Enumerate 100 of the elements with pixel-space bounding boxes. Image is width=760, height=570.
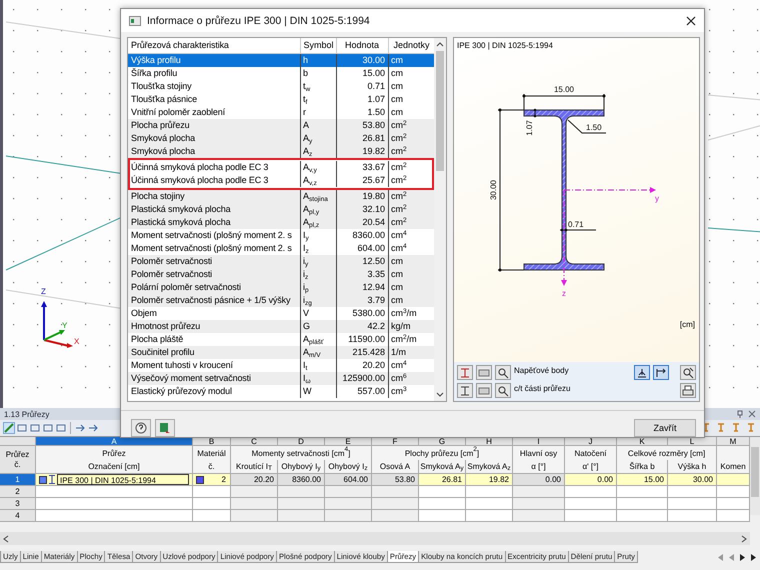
table-cell[interactable] — [372, 498, 419, 510]
table-cell[interactable] — [193, 510, 231, 522]
toolbar-button[interactable] — [457, 365, 473, 380]
scroll-left-icon[interactable] — [3, 534, 9, 542]
property-symbol: A$_{y}$ — [303, 133, 312, 143]
scroll-up-icon[interactable] — [436, 41, 444, 47]
column-letter[interactable]: M — [717, 437, 750, 446]
scroll-down-icon[interactable] — [436, 392, 444, 398]
table-cell[interactable] — [717, 498, 750, 510]
table-cell[interactable]: 20.20 — [231, 474, 278, 486]
print-button[interactable] — [680, 383, 696, 398]
table-cell[interactable] — [193, 486, 231, 498]
section-shape-icon[interactable] — [745, 422, 757, 434]
column-header[interactable]: Symbol — [300, 38, 336, 53]
table-cell[interactable] — [466, 498, 513, 510]
close-icon[interactable] — [686, 16, 696, 26]
table-cell[interactable] — [513, 486, 565, 498]
table-cell[interactable] — [565, 498, 617, 510]
table-cell[interactable] — [717, 510, 750, 522]
table-cell[interactable] — [372, 510, 419, 522]
table-cell[interactable]: 30.00 — [668, 474, 717, 486]
toolbar-button[interactable] — [87, 422, 99, 434]
toolbar-button[interactable] — [29, 422, 41, 434]
table-cell[interactable] — [617, 510, 668, 522]
toolbar-button[interactable] — [74, 422, 86, 434]
pin-icon[interactable] — [736, 410, 744, 418]
table-cell[interactable] — [325, 510, 372, 522]
table-cell[interactable]: IPE 300 | DIN 1025-5:1994 — [36, 474, 193, 486]
table-cell[interactable] — [36, 498, 193, 510]
table-cell[interactable] — [617, 498, 668, 510]
table-cell[interactable]: 0.00 — [513, 474, 565, 486]
table-cell[interactable] — [419, 510, 466, 522]
table-cell[interactable] — [193, 498, 231, 510]
table-cell[interactable] — [565, 486, 617, 498]
toolbar-button[interactable] — [476, 383, 492, 398]
table-cell[interactable] — [325, 486, 372, 498]
section-shape-icon[interactable] — [715, 422, 727, 434]
column-header[interactable]: Hodnota — [336, 38, 388, 53]
table-cell[interactable] — [419, 498, 466, 510]
table-cell[interactable] — [231, 510, 278, 522]
table-cell[interactable] — [513, 510, 565, 522]
table-cell[interactable] — [668, 498, 717, 510]
zoom-button[interactable] — [680, 365, 696, 380]
scrollbar-thumb[interactable] — [436, 51, 444, 171]
vertical-scrollbar[interactable] — [750, 437, 760, 515]
corner-cell[interactable] — [0, 437, 36, 446]
zoom-button[interactable] — [495, 365, 511, 380]
column-letter[interactable]: A — [36, 437, 193, 446]
row-number[interactable]: 4 — [0, 510, 36, 522]
table-cell[interactable] — [668, 510, 717, 522]
section-shape-icon[interactable] — [730, 422, 742, 434]
property-row[interactable]: Výška profilu h 30.00 cm — [128, 54, 434, 67]
toolbar-button[interactable] — [457, 383, 473, 398]
table-cell[interactable] — [668, 486, 717, 498]
table-cell[interactable] — [36, 510, 193, 522]
magnifier-icon — [497, 366, 509, 378]
column-header[interactable]: Průřezová charakteristika — [128, 38, 300, 53]
row-number[interactable]: 1 — [0, 474, 36, 486]
table-cell[interactable] — [565, 510, 617, 522]
toolbar-button[interactable] — [476, 365, 492, 380]
table-cell[interactable] — [513, 498, 565, 510]
table-cell[interactable] — [278, 510, 325, 522]
vertical-scrollbar[interactable] — [434, 38, 446, 401]
export-button[interactable] — [155, 419, 175, 437]
zoom-button[interactable] — [495, 383, 511, 398]
close-button[interactable]: Zavřít — [634, 419, 696, 437]
toggle-button[interactable] — [634, 365, 650, 380]
table-cell[interactable]: 8360.00 — [278, 474, 325, 486]
table-cell[interactable] — [231, 498, 278, 510]
table-cell[interactable] — [36, 486, 193, 498]
scrollbar-thumb[interactable] — [751, 447, 759, 497]
toggle-button[interactable] — [653, 365, 669, 380]
table-cell[interactable] — [278, 498, 325, 510]
table-cell[interactable] — [231, 486, 278, 498]
table-cell[interactable]: 53.80 — [372, 474, 419, 486]
table-cell[interactable] — [717, 486, 750, 498]
help-button[interactable] — [131, 419, 151, 437]
toolbar-button[interactable] — [42, 422, 54, 434]
toolbar-button[interactable] — [55, 422, 67, 434]
scroll-right-icon[interactable] — [741, 534, 747, 542]
table-cell[interactable]: 26.81 — [419, 474, 466, 486]
row-number[interactable]: 2 — [0, 486, 36, 498]
table-cell[interactable] — [278, 486, 325, 498]
table-cell[interactable] — [617, 486, 668, 498]
table-cell[interactable] — [717, 474, 750, 486]
column-letter[interactable]: L — [668, 437, 717, 446]
table-cell[interactable] — [325, 498, 372, 510]
toolbar-button[interactable] — [3, 422, 15, 434]
table-cell[interactable] — [466, 510, 513, 522]
table-cell[interactable] — [419, 486, 466, 498]
table-cell[interactable]: 19.82 — [466, 474, 513, 486]
table-cell[interactable]: 604.00 — [325, 474, 372, 486]
horizontal-scrollbar[interactable] — [0, 532, 750, 545]
table-cell[interactable]: 0.00 — [565, 474, 617, 486]
row-number[interactable]: 3 — [0, 498, 36, 510]
table-cell[interactable] — [372, 486, 419, 498]
table-cell[interactable]: 2 — [193, 474, 231, 486]
table-cell[interactable]: 15.00 — [617, 474, 668, 486]
toolbar-button[interactable] — [16, 422, 28, 434]
table-cell[interactable] — [466, 486, 513, 498]
